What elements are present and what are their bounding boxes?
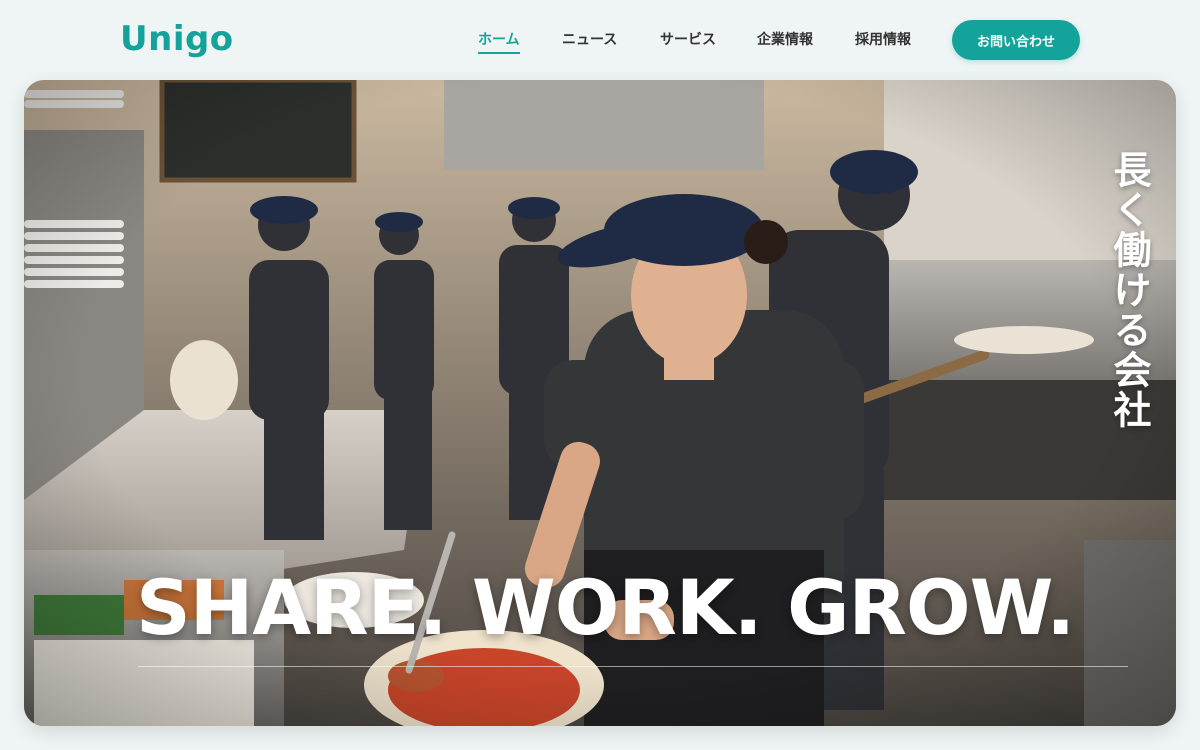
- nav-item-recruit[interactable]: 採用情報: [855, 30, 911, 50]
- contact-button[interactable]: お問い合わせ: [952, 20, 1080, 60]
- site-header: Unigo ホーム ニュース サービス 企業情報 採用情報 お問い合わせ: [0, 0, 1200, 80]
- nav-item-home[interactable]: ホーム: [478, 30, 520, 54]
- hero-vertical-copy: 長く働ける会社: [1107, 150, 1152, 430]
- brand-logo[interactable]: Unigo: [120, 22, 234, 56]
- nav-item-company[interactable]: 企業情報: [757, 30, 813, 50]
- hero-section: 長く働ける会社 SHARE. WORK. GROW.: [24, 80, 1176, 726]
- hero-tagline: SHARE. WORK. GROW.: [136, 563, 1075, 652]
- nav-item-services[interactable]: サービス: [660, 30, 716, 50]
- hero-divider: [138, 666, 1128, 667]
- nav-item-news[interactable]: ニュース: [562, 30, 617, 50]
